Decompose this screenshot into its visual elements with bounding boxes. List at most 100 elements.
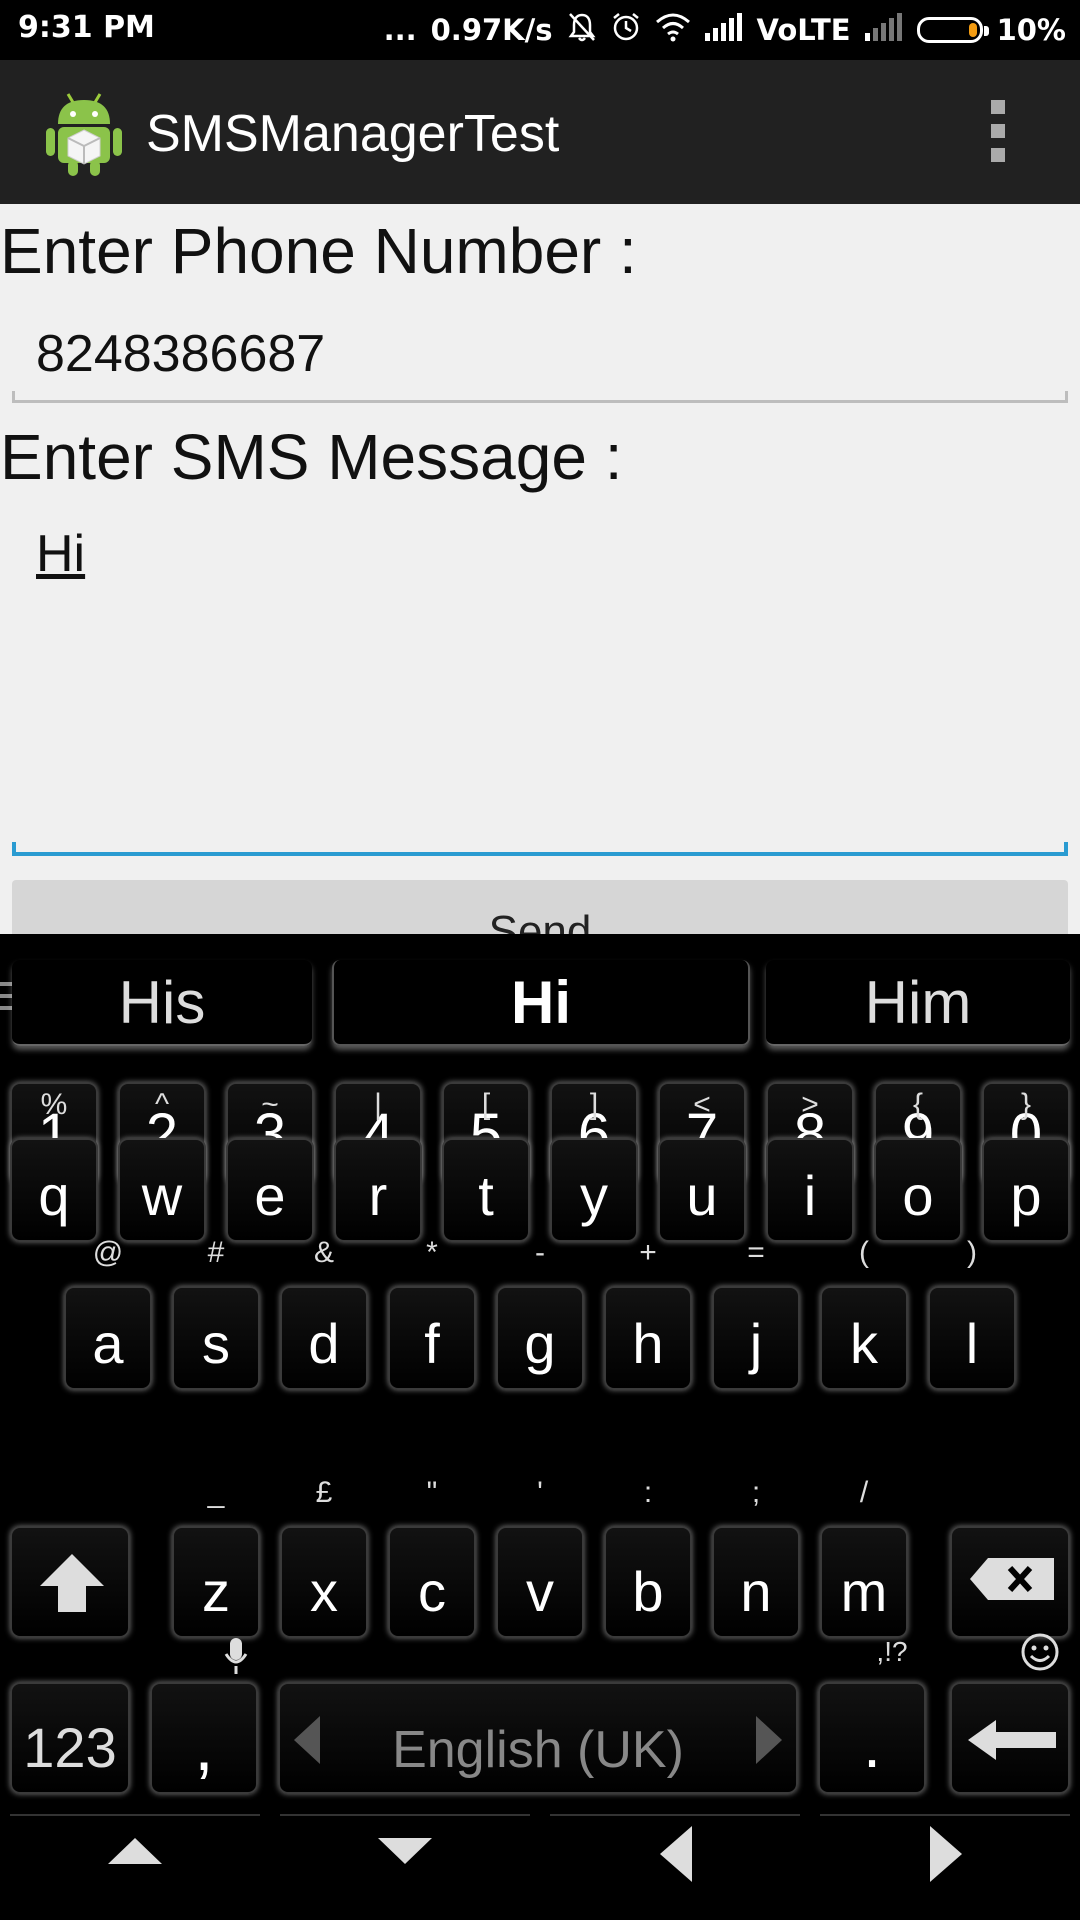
phone-label: Enter Phone Number : [0,215,637,287]
key-alt-symbol: ~ [261,1088,279,1121]
status-bar: 9:31 PM ... 0.97K/s VoLTE 10% [0,0,1080,60]
comma-key[interactable]: , [150,1638,258,1794]
period-key[interactable]: ,!? . [818,1636,926,1794]
key-a[interactable]: @ a [64,1236,152,1390]
key-y[interactable]: ] y [550,1088,638,1242]
key-label: z [202,1560,230,1623]
key-l[interactable]: ) l [928,1236,1016,1390]
suggestion-2[interactable]: Hi [332,960,750,1046]
key-label: e [254,1164,286,1227]
key-q[interactable]: % q [10,1088,98,1242]
key-t[interactable]: [t [442,1088,530,1242]
key-alt-symbol: { [912,1088,924,1121]
key-c[interactable]: " c [388,1476,476,1638]
status-dots: ... [383,13,417,47]
key-label: b [632,1560,664,1623]
suggestion-3[interactable]: Him [766,960,1070,1046]
sms-message-input[interactable]: Hi [12,510,1068,856]
arrow-down-icon [378,1838,432,1864]
key-o[interactable]: {o [874,1088,962,1242]
key-alt-symbol: < [693,1088,711,1121]
backspace-icon [970,1558,1054,1600]
key-z[interactable]: _ z [172,1476,260,1638]
cursor-up-key[interactable] [10,1814,260,1902]
cursor-down-key[interactable] [280,1814,530,1902]
key-label: m [840,1560,888,1623]
arrow-up-icon [108,1838,162,1864]
next-language-icon [756,1716,782,1764]
key-alt-symbol: | [374,1088,382,1121]
key-w[interactable]: ^ w [118,1088,206,1242]
phone-number-value: 8248386687 [36,325,326,383]
key-s[interactable]: # s [172,1236,260,1390]
android-icon [44,90,124,178]
key-alt-symbol: @ [92,1236,124,1269]
key-m[interactable]: / m [820,1476,908,1638]
key-label: h [632,1312,664,1375]
key-b[interactable]: :b [604,1476,692,1638]
space-key[interactable]: English (UK) [278,1682,798,1794]
key-alt-symbol: " [426,1476,438,1509]
language-label: English (UK) [392,1721,684,1779]
overflow-menu-icon[interactable] [984,100,1012,164]
key-alt-symbol: ; [751,1476,761,1509]
signal-weak-icon [864,12,903,48]
key-d[interactable]: & d [280,1236,368,1390]
keyboard-menu-icon[interactable] [0,982,12,1018]
mute-icon [567,11,597,50]
key-label: u [686,1164,718,1227]
key-v[interactable]: ' v [496,1476,584,1638]
key-label: l [965,1312,979,1375]
cursor-left-key[interactable] [550,1814,800,1902]
key-x[interactable]: £ x [280,1476,368,1638]
key-i[interactable]: > i [766,1088,854,1242]
arrow-right-icon [930,1826,962,1882]
key-r[interactable]: | r [334,1088,422,1242]
message-label: Enter SMS Message : [0,421,623,493]
symbols-key[interactable]: 123 [10,1682,130,1794]
key-f[interactable]: * f [388,1236,476,1390]
key-g[interactable]: -g [496,1236,584,1390]
key-label: a [92,1312,124,1375]
battery-percent: 10% [996,13,1066,47]
key-h[interactable]: + h [604,1236,692,1390]
key-alt-symbol: - [535,1236,545,1269]
key-label: v [526,1560,554,1623]
mic-icon [224,1638,248,1674]
key-alt-symbol: ' [537,1476,543,1509]
key-alt-symbol: > [801,1088,819,1121]
key-label: g [524,1312,556,1375]
key-p[interactable]: } p [982,1088,1070,1242]
key-label: q [38,1164,70,1227]
phone-number-input[interactable]: 8248386687 [12,304,1068,403]
key-u[interactable]: < u [658,1088,746,1242]
key-alt-symbol: + [639,1236,657,1269]
key-e[interactable]: ~ e [226,1088,314,1242]
suggestion-1[interactable]: His [12,960,312,1046]
key-label: w [141,1164,183,1227]
key-n[interactable]: ; n [712,1476,800,1638]
key-alt-symbol: _ [207,1476,225,1509]
backspace-key[interactable] [950,1526,1070,1638]
battery-icon [916,17,989,43]
send-button[interactable]: Send [12,880,1068,934]
key-label: t [478,1164,494,1227]
key-label: r [368,1164,388,1227]
key-alt-symbol: } [1020,1088,1032,1121]
app-title: SMSManagerTest [146,105,560,163]
key-j[interactable]: = j [712,1236,800,1390]
shift-key[interactable] [10,1526,130,1638]
key-label: f [424,1312,440,1375]
sms-message-value: Hi [36,525,86,583]
cursor-right-key[interactable] [820,1814,1070,1902]
emoji-icon [1021,1633,1059,1671]
key-label: d [308,1312,340,1375]
network-type: VoLTE [756,13,851,47]
enter-icon [968,1720,1056,1760]
key-label: x [310,1560,338,1623]
key-label: s [202,1312,230,1375]
alarm-icon [611,11,641,50]
app-bar: SMSManagerTest [0,60,1080,206]
enter-key[interactable] [950,1633,1070,1794]
key-k[interactable]: (k [820,1236,908,1390]
